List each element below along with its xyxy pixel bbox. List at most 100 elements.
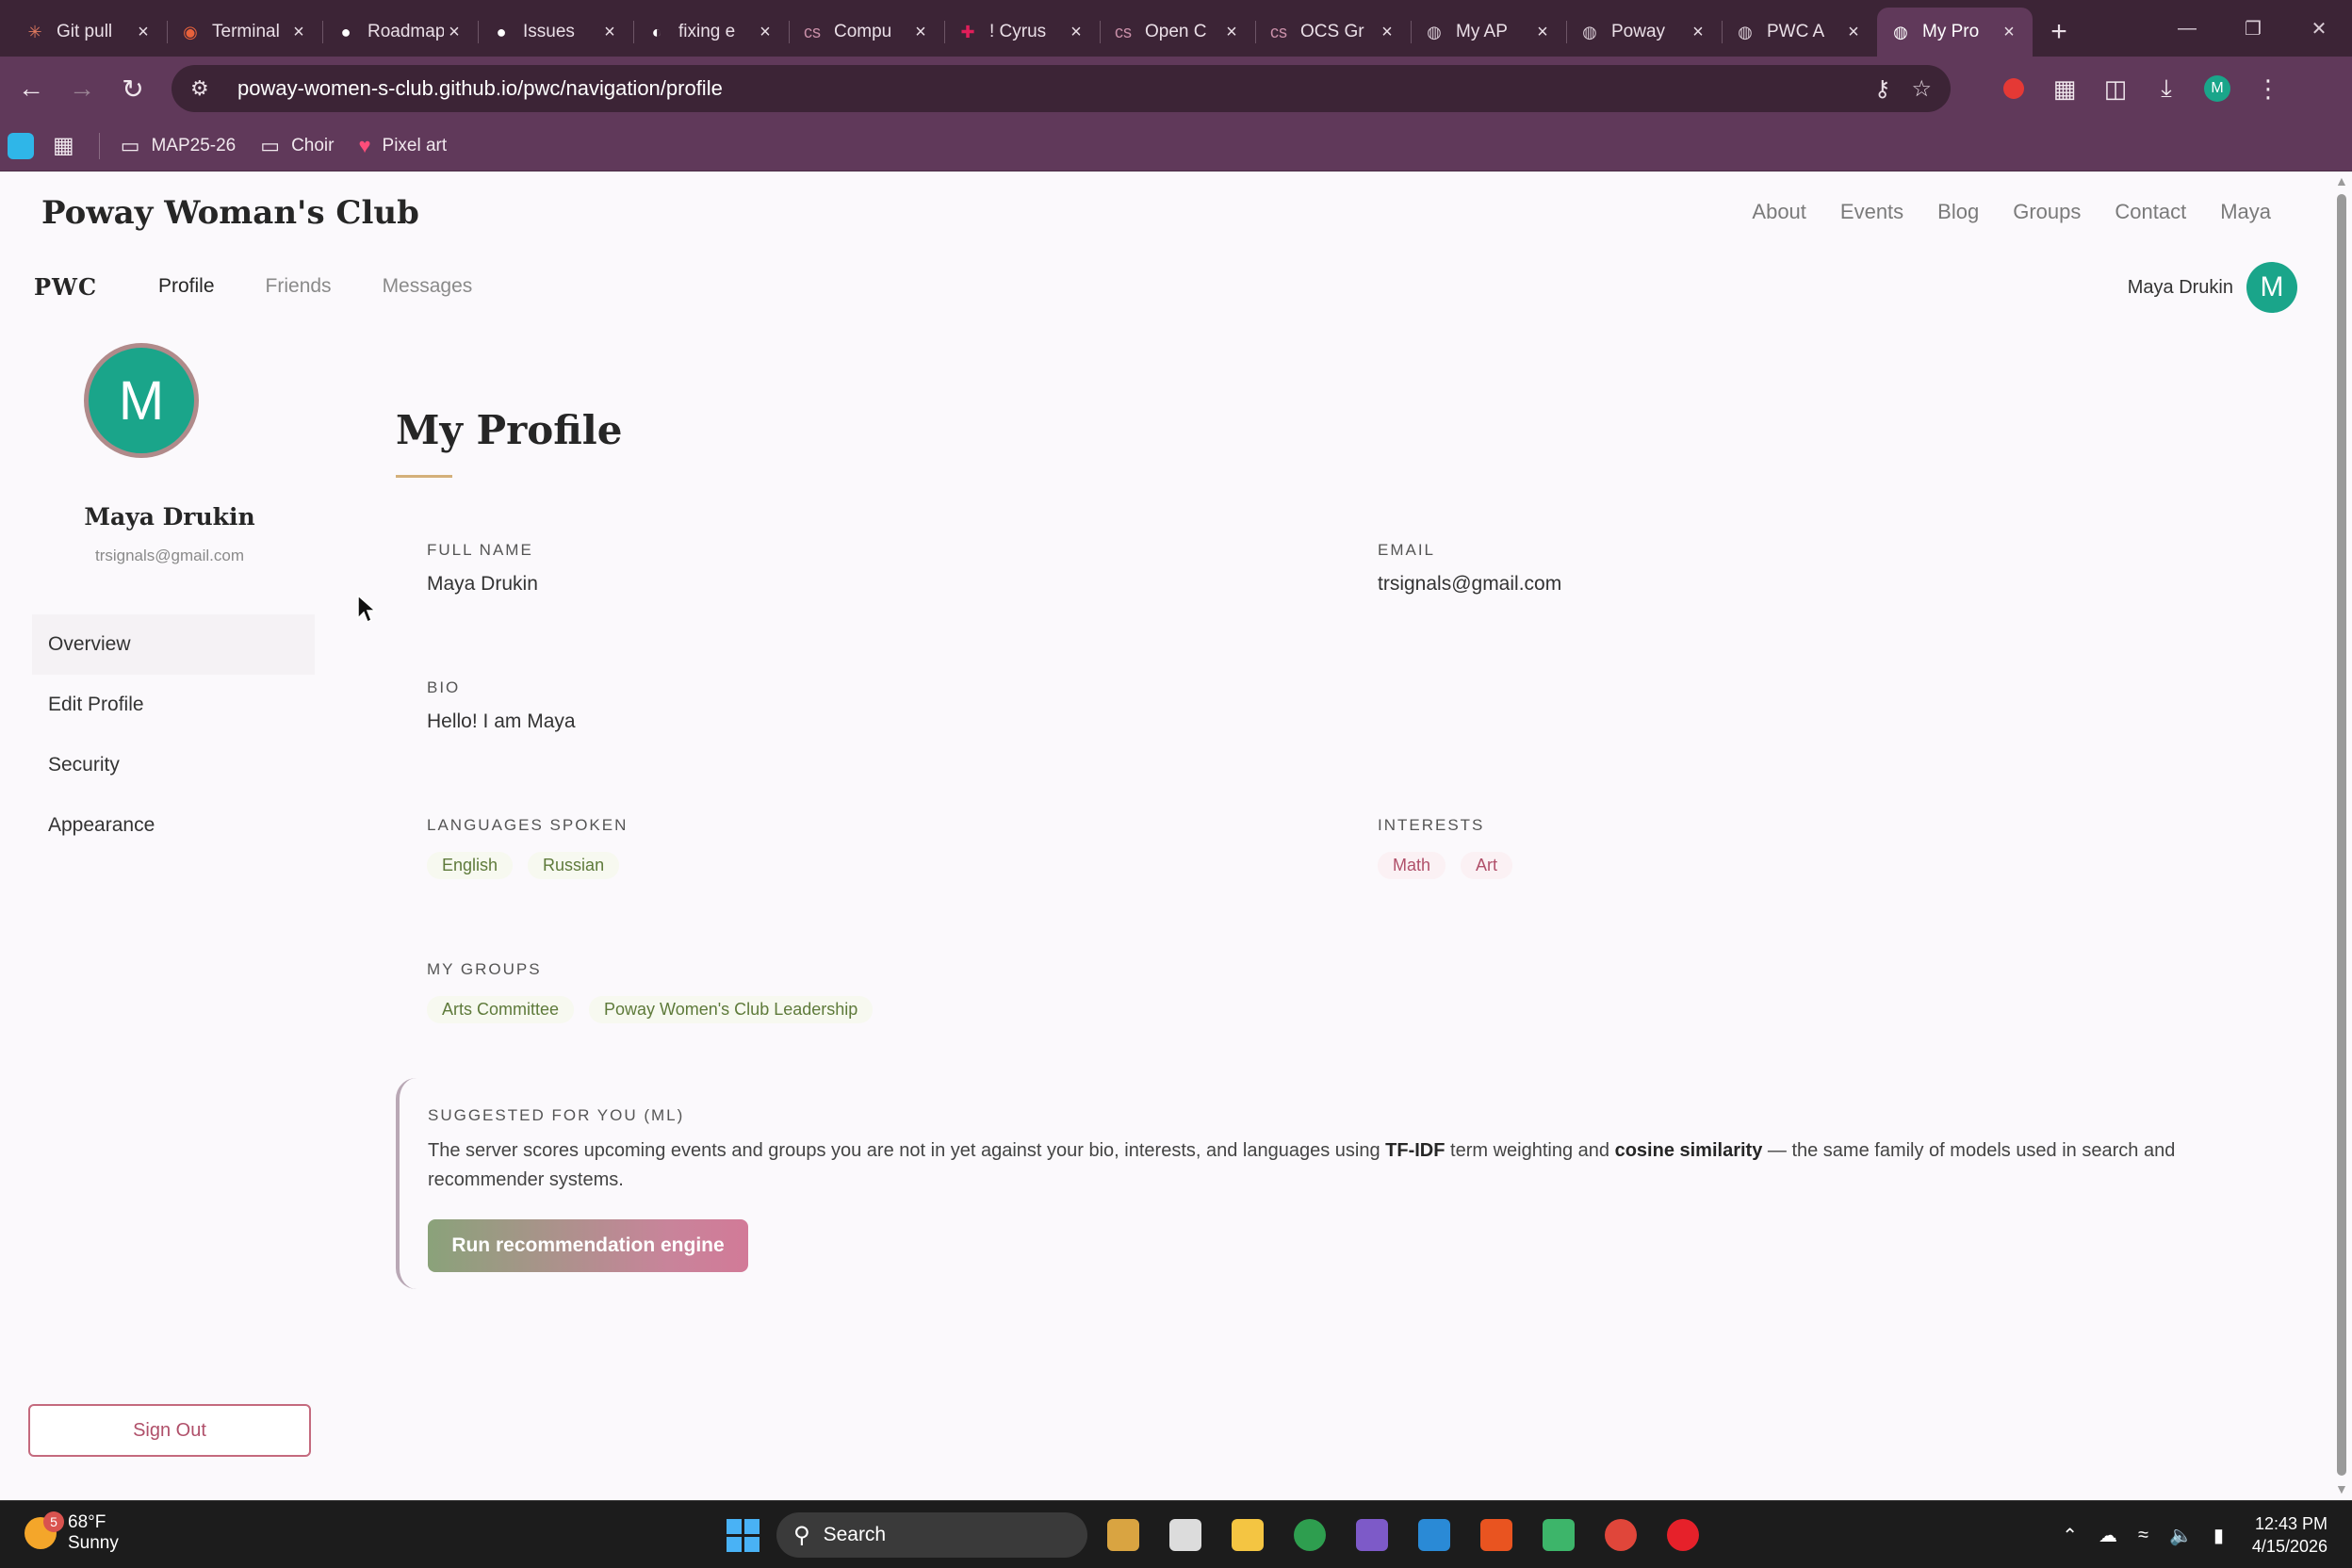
github-icon: ●: [496, 22, 507, 41]
title-underline: [396, 475, 452, 478]
chevron-up-icon[interactable]: ⌃: [2062, 1524, 2078, 1547]
system-tray: ⌃ ☁ ≈ 🔈 ▮ 12:43 PM 4/15/2026: [2041, 1511, 2328, 1560]
nav-link-groups[interactable]: Groups: [2013, 200, 2081, 224]
task-view-icon[interactable]: [1159, 1509, 1212, 1561]
browser-tab[interactable]: ◉ Terminal ×: [167, 8, 322, 57]
close-icon[interactable]: ×: [1688, 22, 1708, 43]
bookmark-item[interactable]: ♥ Pixel art: [358, 134, 447, 158]
tab-profile[interactable]: Profile: [158, 275, 215, 298]
user-chip[interactable]: Maya Drukin M: [2128, 262, 2297, 313]
languages-label: LANGUAGES SPOKEN: [427, 816, 629, 834]
ubuntu-icon[interactable]: [1470, 1509, 1523, 1561]
suggestion-panel: SUGGESTED FOR YOU (ML) The server scores…: [396, 1078, 2186, 1289]
widgets-icon[interactable]: [1097, 1509, 1150, 1561]
git-icon[interactable]: [1532, 1509, 1585, 1561]
browser-tab[interactable]: ✳ Git pull ×: [11, 8, 167, 57]
chrome-profile-icon[interactable]: [1594, 1509, 1647, 1561]
close-icon[interactable]: ×: [1221, 22, 1242, 43]
close-icon[interactable]: ×: [444, 22, 465, 43]
sidebar-item-appearance[interactable]: Appearance: [32, 795, 315, 856]
sign-out-button[interactable]: Sign Out: [28, 1404, 311, 1457]
browser-tab[interactable]: cs Compu ×: [789, 8, 944, 57]
windows-start-icon[interactable]: [716, 1509, 769, 1561]
scroll-down-icon[interactable]: ▼: [2335, 1481, 2348, 1496]
tab-messages[interactable]: Messages: [383, 275, 473, 298]
nav-link-about[interactable]: About: [1752, 200, 1806, 224]
close-icon[interactable]: ×: [755, 22, 776, 43]
nav-link-maya[interactable]: Maya: [2220, 200, 2271, 224]
sidebar-item-overview[interactable]: Overview: [32, 614, 315, 675]
run-recommendation-button[interactable]: Run recommendation engine: [428, 1219, 748, 1272]
weather-widget[interactable]: 5 68°F Sunny: [24, 1511, 119, 1554]
restore-icon[interactable]: ❐: [2220, 0, 2286, 57]
vscode-icon[interactable]: [1408, 1509, 1461, 1561]
close-icon[interactable]: ×: [1532, 22, 1553, 43]
volume-muted-icon[interactable]: 🔈: [2169, 1524, 2193, 1547]
close-icon[interactable]: ×: [1377, 22, 1397, 43]
folder-icon: ▭: [260, 133, 281, 157]
nav-link-events[interactable]: Events: [1840, 200, 1903, 224]
app-shortcut-icon[interactable]: [8, 132, 34, 159]
new-tab-icon[interactable]: +: [2033, 8, 2085, 57]
minimize-icon[interactable]: —: [2154, 0, 2220, 57]
record-icon[interactable]: [1657, 1509, 1709, 1561]
sidebar-item-edit-profile[interactable]: Edit Profile: [32, 675, 315, 735]
close-icon[interactable]: ×: [599, 22, 620, 43]
browser-tab[interactable]: ◍ PWC A ×: [1722, 8, 1877, 57]
scroll-thumb[interactable]: [2337, 194, 2346, 1476]
browser-tab[interactable]: ◍ Poway ×: [1566, 8, 1722, 57]
site-info-icon[interactable]: ⚙: [190, 76, 220, 101]
sidebar-item-security[interactable]: Security: [32, 735, 315, 795]
weather-badge: 5: [43, 1511, 64, 1532]
scroll-up-icon[interactable]: ▲: [2335, 173, 2348, 188]
bookmark-star-icon[interactable]: ☆: [1911, 75, 1932, 103]
nav-link-blog[interactable]: Blog: [1937, 200, 1979, 224]
close-icon[interactable]: ×: [133, 22, 154, 43]
forward-icon[interactable]: →: [57, 63, 107, 114]
extensions-puzzle-icon[interactable]: ▦: [2039, 74, 2090, 104]
close-icon[interactable]: ×: [1066, 22, 1086, 43]
password-key-icon[interactable]: ⚷: [1874, 75, 1891, 103]
browser-tab[interactable]: ● Issues ×: [478, 8, 633, 57]
browser-tab[interactable]: ◍ My AP ×: [1411, 8, 1566, 57]
nav-link-contact[interactable]: Contact: [2115, 200, 2186, 224]
bookmark-list: ▭ MAP25-26 ▭ Choir ♥ Pixel art: [121, 134, 471, 158]
browser-tab[interactable]: ✚ ! Cyrus ×: [944, 8, 1100, 57]
onedrive-icon[interactable]: ☁: [2099, 1524, 2117, 1547]
sub-brand[interactable]: PWC: [34, 273, 97, 301]
close-icon[interactable]: ×: [1999, 22, 2019, 43]
wifi-icon[interactable]: ≈: [2138, 1525, 2148, 1546]
close-icon[interactable]: ×: [910, 22, 931, 43]
tab-title: Git pull: [57, 22, 113, 41]
download-icon[interactable]: ⤓: [2141, 74, 2192, 104]
page-scrollbar[interactable]: ▲ ▼: [2331, 172, 2352, 1500]
m365-icon[interactable]: [1346, 1509, 1398, 1561]
browser-tab[interactable]: ◍ My Pro ×: [1877, 8, 2033, 57]
site-title[interactable]: Poway Woman's Club: [41, 194, 419, 232]
tab-title: fixing e: [678, 22, 736, 41]
browser-tab[interactable]: ● Roadmap ×: [322, 8, 478, 57]
profile-avatar[interactable]: M: [2192, 75, 2243, 102]
address-bar[interactable]: ⚙ poway-women-s-club.github.io/pwc/navig…: [172, 65, 1951, 112]
close-icon[interactable]: ×: [288, 22, 309, 43]
reload-icon[interactable]: ↻: [107, 63, 158, 114]
bookmark-item[interactable]: ▭ MAP25-26: [121, 134, 237, 158]
close-window-icon[interactable]: ✕: [2286, 0, 2352, 57]
cast-search-icon[interactable]: ◫: [2090, 74, 2141, 104]
browser-tab[interactable]: cs Open C ×: [1100, 8, 1255, 57]
clock[interactable]: 12:43 PM 4/15/2026: [2252, 1512, 2328, 1558]
url-text[interactable]: poway-women-s-club.github.io/pwc/navigat…: [237, 76, 1854, 101]
extension-red-icon[interactable]: [1988, 78, 2039, 99]
file-explorer-icon[interactable]: [1221, 1509, 1274, 1561]
chrome-icon[interactable]: [1283, 1509, 1336, 1561]
bookmark-item[interactable]: ▭ Choir: [260, 134, 334, 158]
menu-kebab-icon[interactable]: ⋮: [2243, 74, 2294, 104]
battery-icon[interactable]: ▮: [2213, 1524, 2224, 1547]
apps-grid-icon[interactable]: ▦: [53, 132, 74, 159]
tab-friends[interactable]: Friends: [266, 275, 332, 298]
close-icon[interactable]: ×: [1843, 22, 1864, 43]
back-icon[interactable]: ←: [6, 63, 57, 114]
browser-tab[interactable]: ◐ fixing e ×: [633, 8, 789, 57]
browser-tab[interactable]: cs OCS Gr ×: [1255, 8, 1411, 57]
taskbar-search[interactable]: ⚲ Search: [776, 1512, 1087, 1558]
